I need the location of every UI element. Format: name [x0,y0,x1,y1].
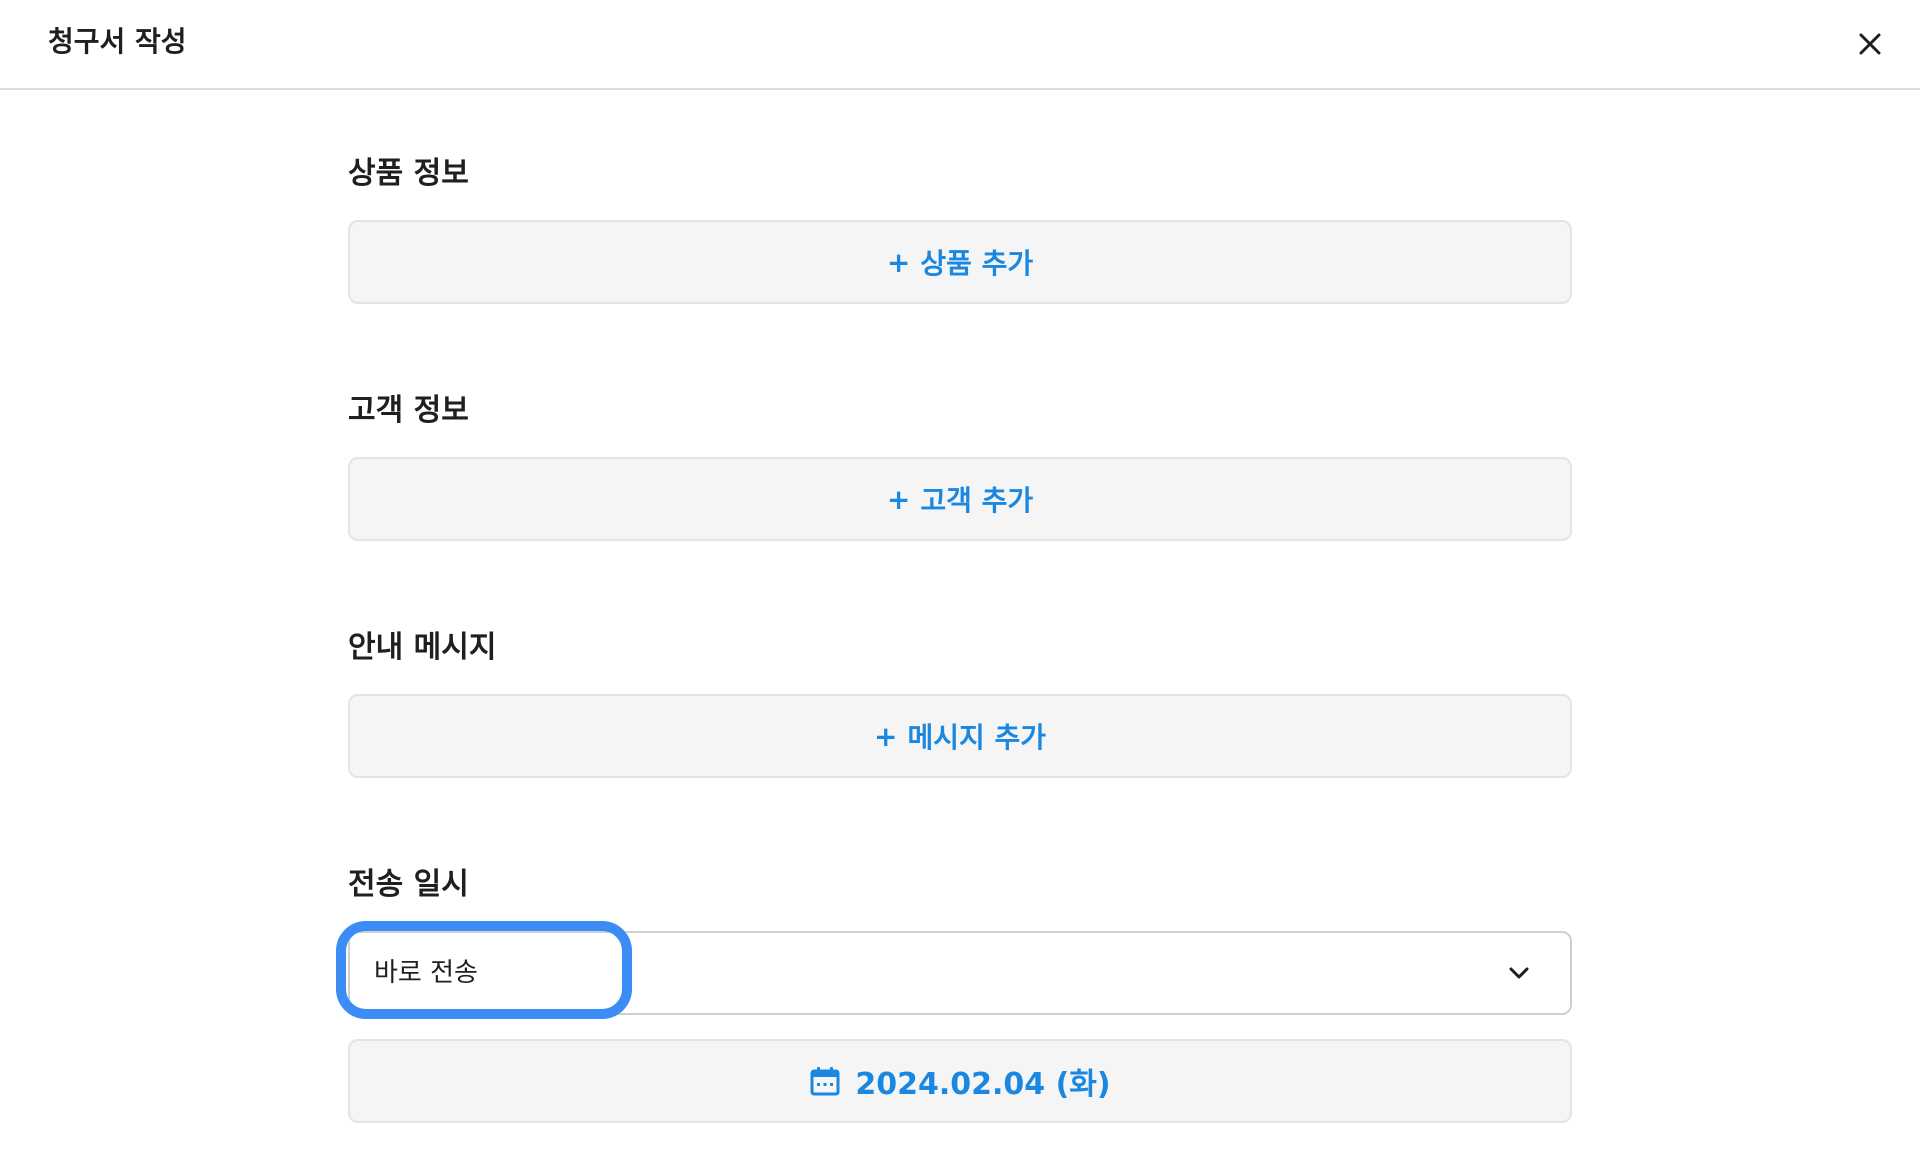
plus-icon: + [886,245,911,279]
customer-section-title: 고객 정보 [348,393,469,428]
product-section-title: 상품 정보 [348,156,469,191]
message-section-title: 안내 메시지 [348,630,497,665]
plus-icon: + [873,719,898,753]
date-label: 2024.02.04 (화) [855,1067,1111,1102]
add-customer-label: 고객 추가 [920,484,1034,517]
add-message-button[interactable]: + 메시지 추가 [348,694,1572,778]
chevron-down-icon [1509,967,1529,979]
page-title: 청구서 작성 [48,25,187,58]
add-product-label: 상품 추가 [920,247,1034,280]
close-button[interactable] [1848,22,1892,66]
plus-icon: + [886,482,911,516]
date-picker-button[interactable]: 2024.02.04 (화) [348,1039,1572,1123]
header: 청구서 작성 [0,0,1920,90]
send-time-select-value: 바로 전송 [374,958,478,988]
send-time-select[interactable]: 바로 전송 [348,931,1572,1015]
add-product-button[interactable]: + 상품 추가 [348,220,1572,304]
add-message-label: 메시지 추가 [907,721,1047,754]
add-customer-button[interactable]: + 고객 추가 [348,457,1572,541]
send-time-section-title: 전송 일시 [348,867,469,902]
close-icon [1859,33,1881,55]
calendar-icon [810,1067,840,1096]
